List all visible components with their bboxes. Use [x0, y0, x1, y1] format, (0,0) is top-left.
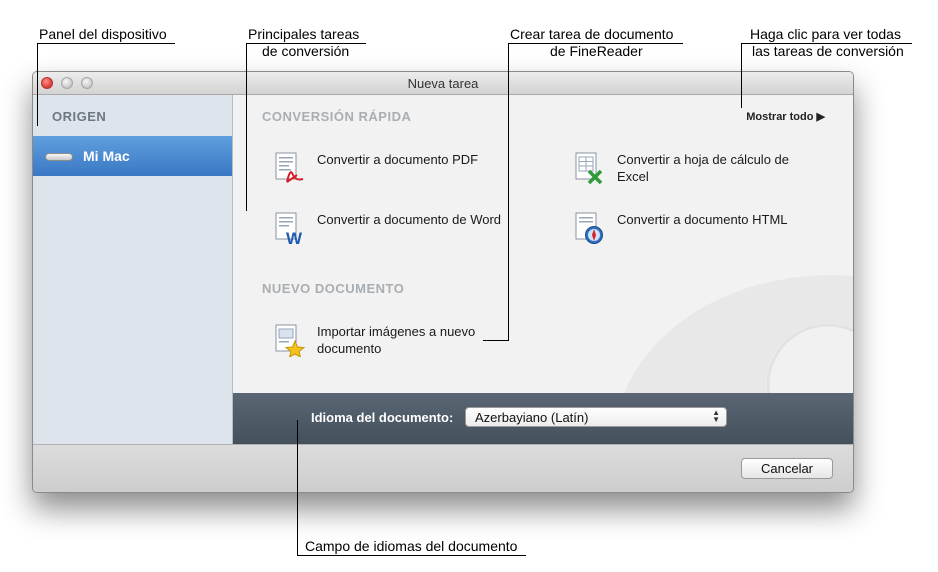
callout-rule [741, 43, 912, 44]
callout-device-panel: Panel del dispositivo [39, 26, 167, 42]
callout-show-all-line2: las tareas de conversión [752, 43, 904, 59]
callout-connector [37, 43, 38, 126]
show-all-link[interactable]: Mostrar todo ▶ [746, 110, 825, 123]
callout-rule [508, 43, 683, 44]
callout-connector [246, 43, 247, 211]
title-bar[interactable]: Nueva tarea [33, 72, 853, 95]
selected-language: Azerbayiano (Latín) [475, 410, 589, 425]
callout-rule [297, 555, 526, 556]
task-convert-pdf[interactable]: Convertir a documento PDF [273, 151, 523, 191]
callout-connector [741, 43, 742, 108]
device-panel: ORIGEN Mi Mac [33, 95, 233, 444]
sidebar-item-mi-mac[interactable]: Mi Mac [33, 136, 232, 176]
quick-conversion-heading: CONVERSIÓN RÁPIDA [262, 109, 412, 124]
callout-connector [483, 340, 509, 341]
pdf-document-icon [275, 152, 304, 183]
callout-rule [37, 43, 175, 44]
eye-watermark-icon [624, 275, 853, 393]
task-label: Convertir a documento HTML [617, 212, 788, 227]
new-task-window: Nueva tarea ORIGEN Mi Mac CONVERSIÓN RÁP… [32, 71, 854, 493]
callout-main-tasks-line2: de conversión [262, 43, 350, 59]
task-label: Convertir a hoja de cálculo de Excel [617, 152, 789, 184]
sidebar-header: ORIGEN [52, 109, 107, 124]
task-convert-html[interactable]: Convertir a documento HTML [573, 211, 823, 251]
bottom-bar: Cancelar [33, 444, 853, 492]
task-convert-excel[interactable]: Convertir a hoja de cálculo de Excel [573, 151, 823, 191]
task-label: Convertir a documento de Word [317, 212, 502, 227]
callout-connector [508, 43, 509, 341]
new-document-heading: NUEVO DOCUMENTO [262, 281, 405, 296]
document-language-label: Idioma del documento: [311, 410, 454, 425]
window-title: Nueva tarea [407, 76, 479, 91]
callout-create-task-line2: de FineReader [550, 43, 643, 59]
import-images-icon [275, 324, 305, 357]
html-document-icon [575, 212, 603, 244]
cancel-button[interactable]: Cancelar [741, 458, 833, 479]
callout-create-task-line1: Crear tarea de documento [510, 26, 674, 42]
conversion-tasks-panel: CONVERSIÓN RÁPIDA Mostrar todo ▶ Convert… [233, 95, 853, 393]
callout-language-field: Campo de idiomas del documento [305, 538, 518, 554]
task-convert-word[interactable]: W Convertir a documento de Word [273, 211, 523, 251]
callout-rule [246, 43, 366, 44]
mac-mini-icon [45, 153, 73, 161]
word-document-icon: W [275, 212, 303, 245]
excel-document-icon [575, 152, 603, 185]
select-arrows-icon: ▲ ▼ [712, 408, 720, 424]
document-language-select[interactable]: Azerbayiano (Latín) ▲ ▼ [465, 407, 727, 427]
callout-show-all-line1: Haga clic para ver todas [750, 26, 901, 42]
sidebar-item-label: Mi Mac [83, 148, 130, 164]
svg-text:W: W [286, 229, 303, 245]
task-import-images[interactable]: Importar imágenes a nuevo documento [273, 323, 523, 363]
callout-main-tasks-line1: Principales tareas [248, 26, 360, 42]
callout-connector [297, 420, 298, 555]
language-bar: Idioma del documento: Azerbayiano (Latín… [233, 393, 853, 444]
task-label: Convertir a documento PDF [317, 152, 479, 167]
